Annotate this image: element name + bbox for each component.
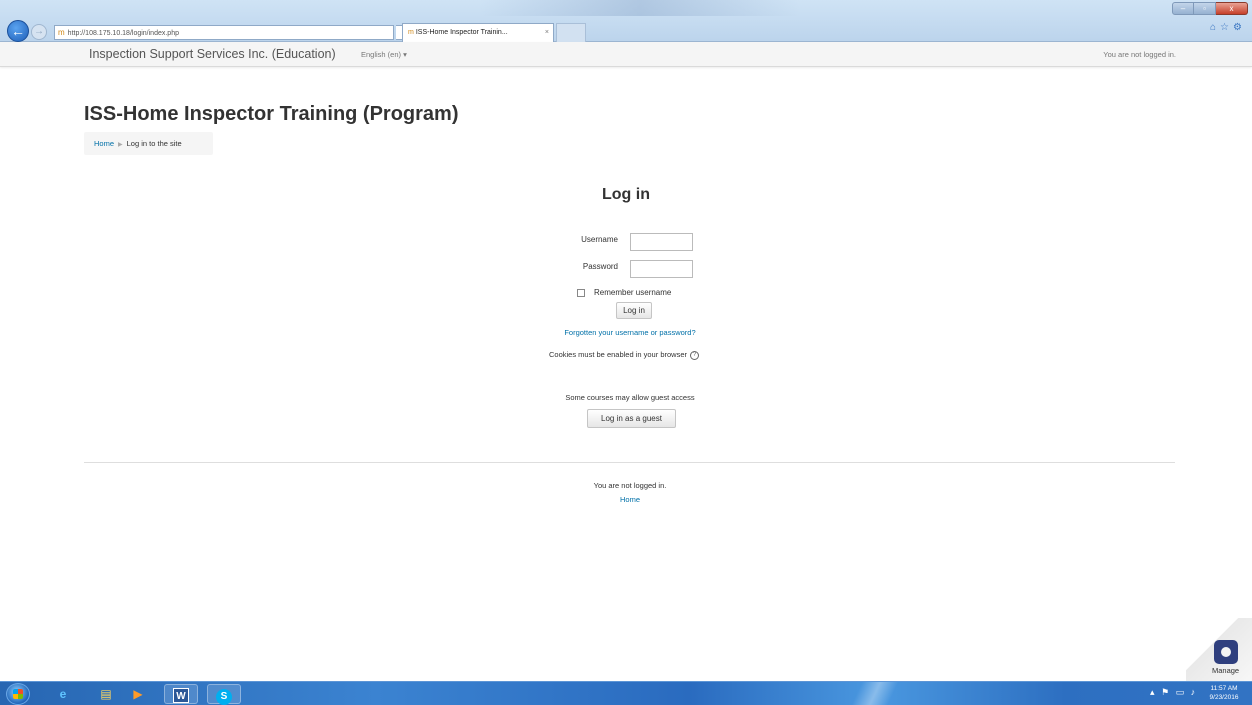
new-tab-button[interactable] xyxy=(556,23,586,42)
system-tray-icons[interactable]: ▴ ⚑ ▭ ♪ xyxy=(1150,687,1197,698)
taskbar-clock[interactable]: 11:57 AM 9/23/2016 xyxy=(1200,684,1248,702)
site-navbar: Inspection Support Services Inc. (Educat… xyxy=(0,42,1252,67)
manage-label: Manage xyxy=(1212,666,1240,675)
tab-close-icon[interactable]: × xyxy=(545,24,549,41)
footer-divider xyxy=(84,462,1175,463)
word-app-button[interactable]: W xyxy=(164,684,198,704)
file-explorer-icon[interactable]: ▤ xyxy=(89,684,123,704)
minimize-button[interactable]: – xyxy=(1172,2,1194,15)
tab-favicon-icon: m xyxy=(408,29,414,36)
username-label: Username xyxy=(581,235,618,244)
site-favicon-icon: m xyxy=(58,28,65,37)
breadcrumb: Home ▶ Log in to the site xyxy=(84,132,213,155)
language-menu[interactable]: English (en) ▾ xyxy=(361,50,407,59)
titlebar-glow xyxy=(480,0,800,16)
guest-login-button[interactable]: Log in as a guest xyxy=(587,409,676,428)
windows-taskbar: e ▤ ▶ W S ▴ ⚑ ▭ ♪ 11:57 AM 9/23/2016 xyxy=(0,681,1252,705)
browser-chrome: ← → m http://108.175.10.18/login/index.ph… xyxy=(0,0,1252,42)
clock-date: 9/23/2016 xyxy=(1209,694,1239,701)
tab-title: ISS-Home Inspector Trainin... xyxy=(415,29,508,36)
address-url: http://108.175.10.18/login/index.php xyxy=(67,30,179,37)
site-brand-link[interactable]: Inspection Support Services Inc. (Educat… xyxy=(89,47,336,61)
page-title: ISS-Home Inspector Training (Program) xyxy=(84,103,459,125)
skype-app-button[interactable]: S xyxy=(207,684,241,705)
back-button[interactable]: ← xyxy=(7,20,29,42)
manage-widget[interactable]: Manage xyxy=(1186,618,1252,681)
cookies-notice: Cookies must be enabled in your browser? xyxy=(0,350,1248,360)
breadcrumb-current: Log in to the site xyxy=(126,139,182,148)
browser-tab-active[interactable]: m ISS-Home Inspector Trainin... × xyxy=(402,23,554,42)
footer-home-link[interactable]: Home xyxy=(0,495,1252,504)
close-window-button[interactable]: x xyxy=(1216,2,1248,15)
manage-logo-icon xyxy=(1214,640,1238,664)
forgot-password-link[interactable]: Forgotten your username or password? xyxy=(0,328,1252,337)
remember-username-row: Remember username xyxy=(577,288,671,297)
home-favorites-settings-icons[interactable]: ⌂☆⚙ xyxy=(1210,22,1246,33)
media-player-icon[interactable]: ▶ xyxy=(121,684,155,704)
help-icon[interactable]: ? xyxy=(690,350,699,360)
clock-time: 11:57 AM xyxy=(1210,685,1238,692)
maximize-button[interactable]: ▫ xyxy=(1194,2,1216,15)
breadcrumb-home-link[interactable]: Home xyxy=(94,139,114,148)
window-controls: – ▫ x xyxy=(1172,2,1248,16)
word-icon: W xyxy=(173,688,189,703)
footer-login-status: You are not logged in. xyxy=(593,481,667,490)
guest-access-notice: Some courses may allow guest access xyxy=(565,393,695,402)
breadcrumb-separator-icon: ▶ xyxy=(118,142,123,148)
login-heading: Log in xyxy=(602,186,650,203)
start-button-icon[interactable] xyxy=(6,683,30,705)
address-bar[interactable]: m http://108.175.10.18/login/index.php xyxy=(54,25,394,40)
forward-arrow-icon: → xyxy=(34,26,44,37)
password-input[interactable] xyxy=(630,260,693,278)
login-button[interactable]: Log in xyxy=(616,302,652,319)
cookies-notice-text: Cookies must be enabled in your browser xyxy=(549,350,687,359)
username-input[interactable] xyxy=(630,233,693,251)
taskbar-sheen xyxy=(820,682,930,705)
remember-username-label: Remember username xyxy=(594,288,672,297)
remember-username-checkbox[interactable] xyxy=(577,288,585,297)
skype-icon: S xyxy=(216,689,232,705)
navbar-login-status: You are not logged in. xyxy=(1103,50,1176,59)
internet-explorer-icon[interactable]: e xyxy=(46,684,80,704)
back-arrow-icon: ← xyxy=(11,23,25,39)
forward-button[interactable]: → xyxy=(31,24,47,40)
password-label: Password xyxy=(582,262,618,271)
